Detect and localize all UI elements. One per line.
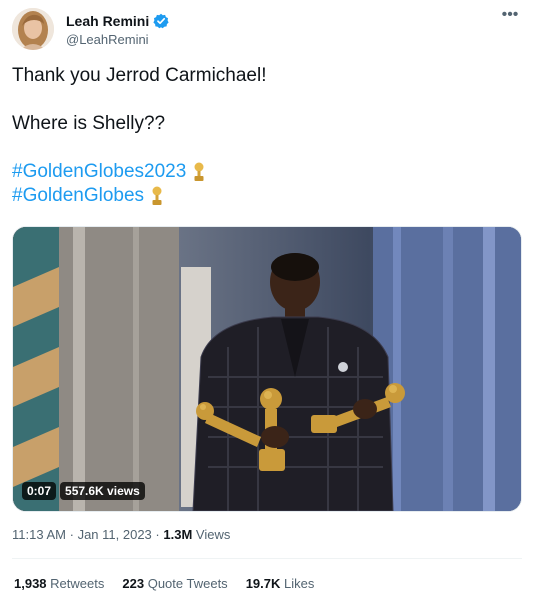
verified-badge-icon [153, 13, 169, 29]
avatar[interactable] [12, 8, 54, 50]
display-name[interactable]: Leah Remini [66, 13, 149, 29]
likes-stat[interactable]: 19.7K Likes [246, 576, 315, 591]
golden-globe-icon [150, 186, 164, 206]
quote-tweets-stat[interactable]: 223 Quote Tweets [122, 576, 227, 591]
user-handle[interactable]: @LeahRemini [66, 32, 149, 47]
video-frame [13, 227, 521, 511]
likes-count: 19.7K [245, 576, 281, 591]
likes-label: Likes [284, 576, 315, 591]
hashtag-line-2: #GoldenGlobes [12, 184, 522, 208]
hashtag-line-1: #GoldenGlobes2023 [12, 160, 522, 184]
views-count: 1.3M [163, 527, 193, 542]
avatar-image [12, 8, 54, 50]
more-options-button[interactable]: ••• [498, 7, 522, 26]
hashtag-link[interactable]: #GoldenGlobes [12, 185, 144, 206]
tweet-date[interactable]: Jan 11, 2023 [78, 527, 152, 542]
tweet-meta: 11:13 AM · Jan 11, 2023 · 1.3M Views [12, 527, 230, 542]
meta-separator: · [155, 527, 160, 542]
views-label: Views [195, 527, 231, 542]
tweet-stats: 1,938 Retweets 223 Quote Tweets 19.7K Li… [14, 576, 314, 591]
tweet-text: Thank you Jerrod Carmichael! Where is Sh… [12, 64, 522, 208]
quotes-label: Quote Tweets [147, 576, 228, 591]
tweet-line-1: Thank you Jerrod Carmichael! [12, 65, 267, 86]
video-badges: 0:07 557.6K views [22, 482, 145, 500]
tweet-time[interactable]: 11:13 AM [12, 527, 66, 542]
tweet-header: Leah Remini @LeahRemini ••• [12, 7, 522, 52]
meta-separator: · [69, 527, 74, 542]
retweets-count: 1,938 [14, 576, 47, 591]
video-player[interactable] [12, 226, 522, 512]
golden-globe-icon [192, 162, 206, 182]
video-duration: 0:07 [22, 482, 57, 500]
hashtag-link[interactable]: #GoldenGlobes2023 [12, 161, 186, 182]
retweets-stat[interactable]: 1,938 Retweets [14, 576, 104, 591]
quotes-count: 223 [122, 576, 145, 591]
video-views: 557.6K views [60, 482, 145, 500]
tweet-line-2: Where is Shelly?? [12, 113, 166, 134]
retweets-label: Retweets [50, 576, 105, 591]
divider [12, 558, 522, 559]
